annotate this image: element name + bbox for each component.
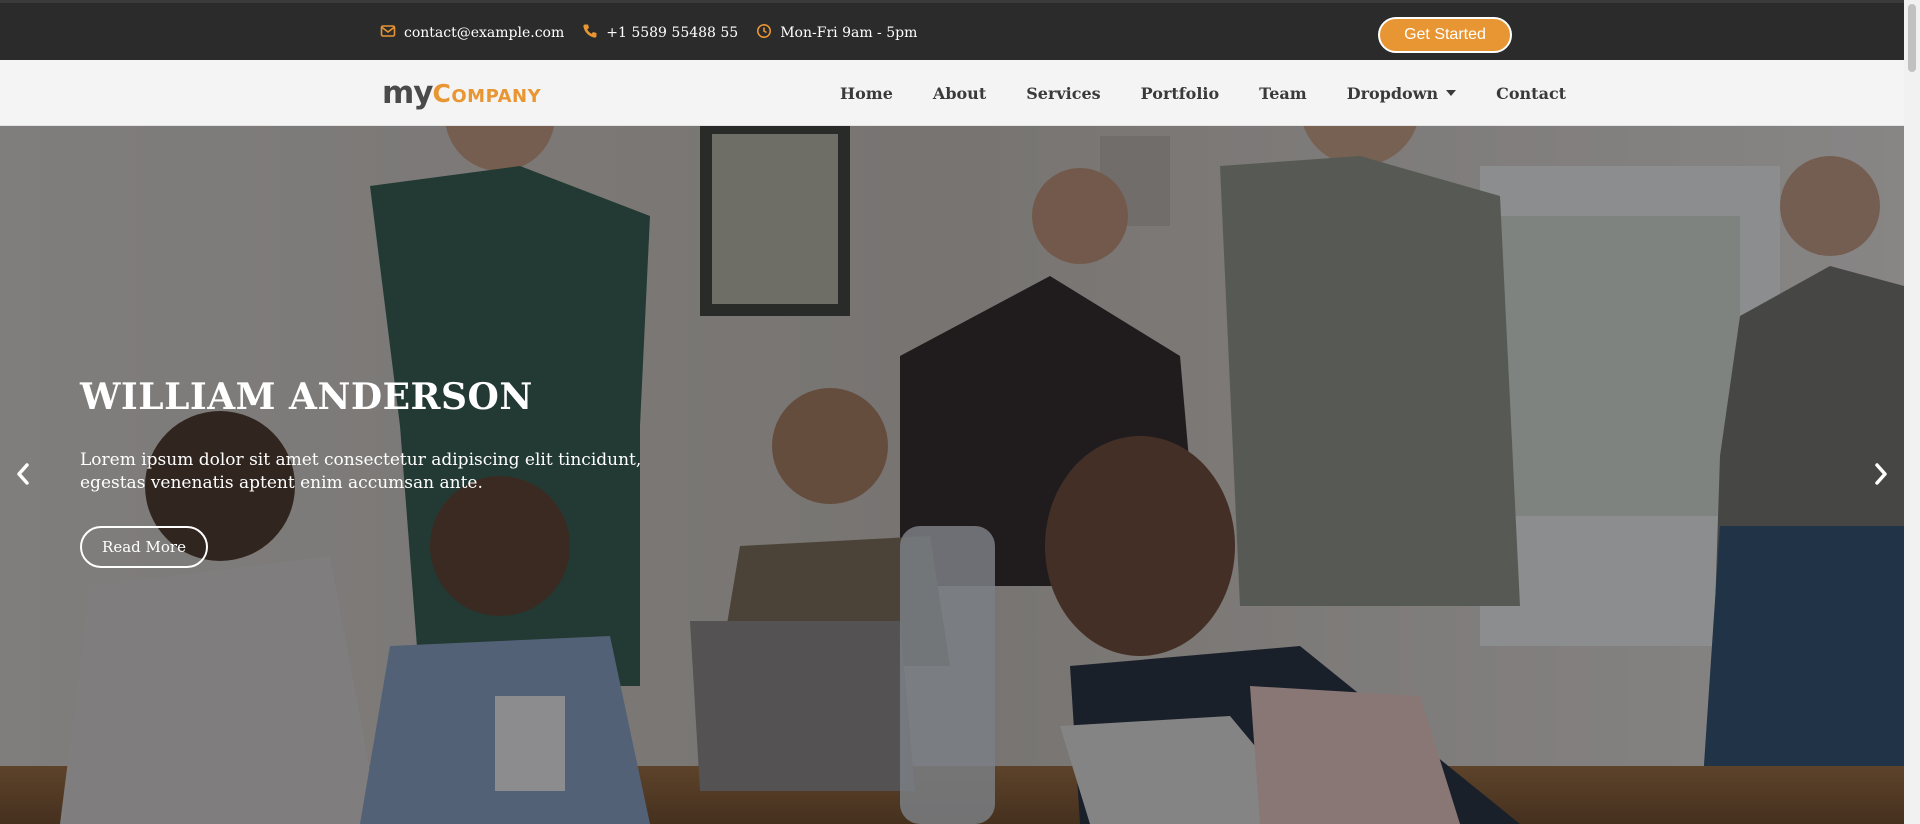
contact-phone-text: +1 5589 55488 55 bbox=[606, 25, 739, 41]
nav-portfolio-label: Portfolio bbox=[1140, 83, 1220, 103]
carousel-next-button[interactable] bbox=[1866, 456, 1896, 496]
nav-home[interactable]: Home bbox=[820, 84, 913, 103]
page-scrollbar[interactable] bbox=[1904, 0, 1920, 824]
logo-company: Company bbox=[432, 78, 542, 108]
hero-description: Lorem ipsum dolor sit amet consectetur a… bbox=[80, 450, 642, 493]
nav-contact-label: Contact bbox=[1496, 83, 1567, 103]
hero-title: WILLIAM ANDERSON bbox=[80, 376, 533, 418]
nav-team-label: Team bbox=[1259, 83, 1307, 103]
nav-home-label: Home bbox=[840, 83, 893, 103]
contact-hours: Mon-Fri 9am - 5pm bbox=[756, 23, 917, 43]
nav-services-label: Services bbox=[1026, 83, 1101, 103]
logo[interactable]: my Company bbox=[382, 72, 541, 114]
top-bar: contact@example.com +1 5589 55488 55 Mon… bbox=[0, 0, 1904, 60]
nav-team[interactable]: Team bbox=[1239, 84, 1327, 103]
main-nav: Home About Services Portfolio Team Dropd… bbox=[820, 60, 1586, 126]
read-more-button[interactable]: Read More bbox=[80, 526, 208, 568]
nav-dropdown[interactable]: Dropdown bbox=[1327, 84, 1476, 103]
hero-carousel: WILLIAM ANDERSON Lorem ipsum dolor sit a… bbox=[0, 126, 1904, 824]
carousel-prev-button[interactable] bbox=[8, 456, 38, 496]
nav-services[interactable]: Services bbox=[1006, 84, 1120, 103]
caret-down-icon bbox=[1446, 90, 1457, 96]
contact-email-text: contact@example.com bbox=[404, 25, 565, 41]
get-started-button[interactable]: Get Started bbox=[1378, 17, 1512, 53]
contact-info: contact@example.com +1 5589 55488 55 Mon… bbox=[380, 3, 917, 63]
clock-icon bbox=[756, 23, 772, 43]
chevron-right-icon bbox=[1872, 462, 1890, 490]
envelope-icon bbox=[380, 23, 396, 43]
chevron-left-icon bbox=[14, 462, 32, 490]
scrollbar-thumb[interactable] bbox=[1908, 4, 1916, 72]
contact-phone[interactable]: +1 5589 55488 55 bbox=[582, 23, 738, 43]
nav-dropdown-label: Dropdown bbox=[1346, 83, 1439, 103]
contact-email[interactable]: contact@example.com bbox=[380, 23, 564, 43]
site-header: my Company Home About Services Portfolio… bbox=[0, 60, 1904, 126]
nav-about-label: About bbox=[932, 83, 987, 103]
nav-contact[interactable]: Contact bbox=[1476, 84, 1586, 103]
nav-about[interactable]: About bbox=[913, 84, 1006, 103]
phone-icon bbox=[582, 23, 598, 43]
contact-hours-text: Mon-Fri 9am - 5pm bbox=[780, 25, 918, 41]
nav-portfolio[interactable]: Portfolio bbox=[1121, 84, 1239, 103]
logo-my: my bbox=[382, 75, 434, 111]
